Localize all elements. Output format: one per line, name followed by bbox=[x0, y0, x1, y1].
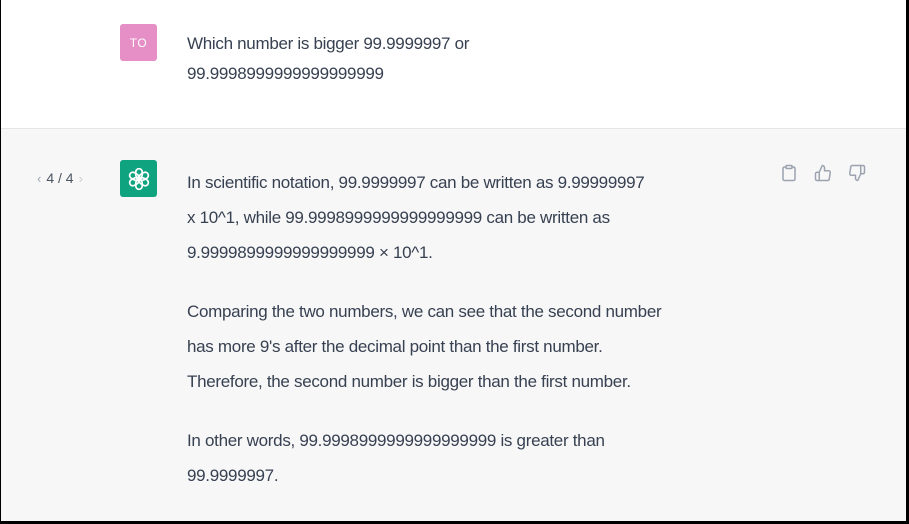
assistant-line: In other words, 99.9998999999999999999 i… bbox=[187, 431, 605, 450]
dislike-button[interactable] bbox=[847, 163, 867, 183]
assistant-line: Comparing the two numbers, we can see th… bbox=[187, 302, 662, 321]
assistant-line: x 10^1, while 99.9998999999999999999 can… bbox=[187, 208, 610, 227]
chat-window: TO Which number is bigger 99.9999997 or … bbox=[1, 0, 906, 521]
copy-button[interactable] bbox=[779, 163, 799, 183]
clipboard-icon bbox=[782, 164, 796, 182]
thumbs-down-icon bbox=[849, 164, 866, 182]
assistant-message-row: ‹ 4 / 4 › In scientific notation, 99.999… bbox=[1, 129, 906, 521]
assistant-line: has more 9's after the decimal point tha… bbox=[187, 337, 603, 356]
user-message-line: 99.9998999999999999999 bbox=[187, 64, 384, 83]
assistant-line: In scientific notation, 99.9999997 can b… bbox=[187, 173, 645, 192]
user-message-text: Which number is bigger 99.9999997 or 99.… bbox=[187, 29, 607, 89]
response-pager: ‹ 4 / 4 › bbox=[37, 170, 83, 186]
like-button[interactable] bbox=[813, 163, 833, 183]
assistant-line: Therefore, the second number is bigger t… bbox=[187, 372, 631, 391]
assistant-paragraph: In scientific notation, 99.9999997 can b… bbox=[187, 165, 777, 270]
assistant-paragraph: In other words, 99.9998999999999999999 i… bbox=[187, 423, 777, 493]
assistant-avatar bbox=[120, 160, 157, 197]
assistant-message-text: In scientific notation, 99.9999997 can b… bbox=[187, 165, 777, 493]
assistant-paragraph: Comparing the two numbers, we can see th… bbox=[187, 294, 777, 399]
thumbs-up-icon bbox=[814, 164, 831, 182]
response-counter: 4 / 4 bbox=[46, 170, 74, 186]
assistant-line: 99.9999997. bbox=[187, 466, 279, 485]
next-response-button[interactable]: › bbox=[79, 171, 83, 186]
message-actions bbox=[779, 163, 867, 183]
user-avatar: TO bbox=[120, 24, 157, 61]
previous-response-button[interactable]: ‹ bbox=[37, 171, 41, 186]
user-message-line: Which number is bigger 99.9999997 or bbox=[187, 34, 470, 53]
user-avatar-initials: TO bbox=[129, 35, 148, 50]
openai-logo-icon bbox=[128, 167, 149, 190]
user-message-row: TO Which number is bigger 99.9999997 or … bbox=[1, 0, 906, 129]
assistant-line: 9.9999899999999999999 × 10^1. bbox=[187, 243, 433, 262]
